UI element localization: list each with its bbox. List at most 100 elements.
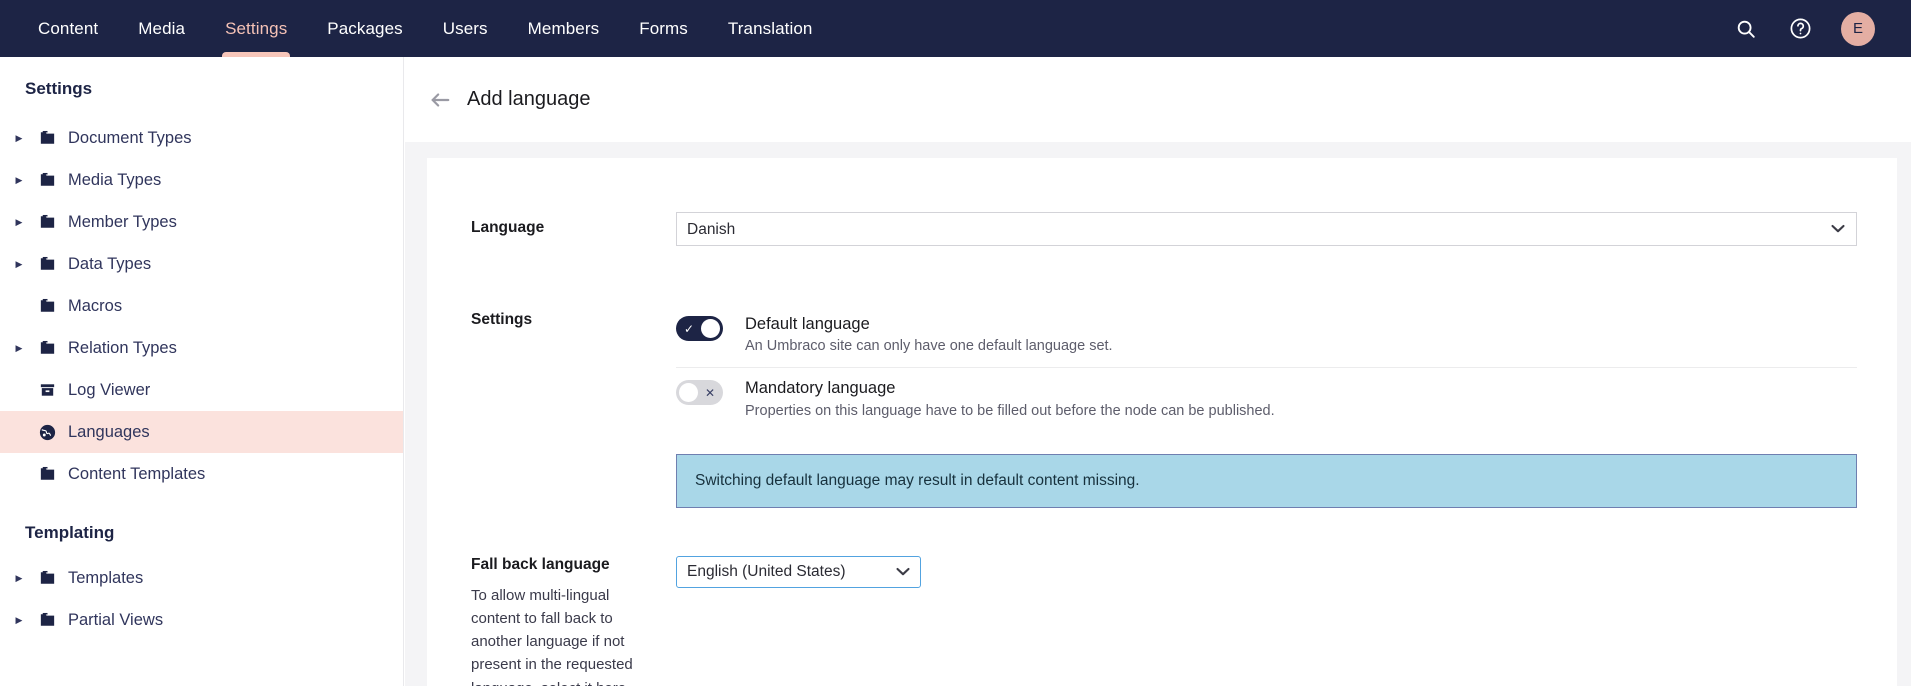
sidebar-item-templates[interactable]: ▶ Templates — [0, 557, 403, 599]
fallback-language-label: Fall back language — [471, 555, 610, 573]
nav-tab-label: Translation — [727, 18, 813, 38]
sidebar-item-data-types[interactable]: ▶ Data Types — [0, 243, 403, 285]
page-title: Add language — [467, 88, 591, 110]
arrow-left-icon[interactable] — [425, 85, 455, 115]
language-form-panel: Language Danish Settings ✓ Default langu… — [427, 158, 1897, 686]
chevron-right-icon[interactable]: ▶ — [8, 175, 30, 186]
fallback-language-left: Fall back language To allow multi-lingua… — [471, 556, 676, 686]
fallback-select-wrap: English (United States) — [676, 555, 921, 588]
default-language-texts: Default language An Umbraco site can onl… — [723, 313, 1113, 354]
fallback-language-select[interactable]: English (United States) — [676, 555, 921, 588]
language-select[interactable]: Danish — [676, 212, 1857, 246]
sidebar-item-label: Data Types — [68, 254, 152, 273]
sidebar-item-label: Macros — [68, 296, 123, 315]
nav-tab-media[interactable]: Media — [118, 0, 205, 57]
default-language-title: Default language — [745, 315, 870, 333]
folder-icon — [30, 172, 64, 188]
chevron-right-icon[interactable]: ▶ — [8, 133, 30, 144]
chevron-right-icon[interactable]: ▶ — [8, 259, 30, 270]
nav-tab-translation[interactable]: Translation — [708, 0, 833, 57]
sidebar-item-partial-views[interactable]: ▶ Partial Views — [0, 599, 403, 641]
nav-tab-content[interactable]: Content — [18, 0, 118, 57]
default-language-toggle[interactable]: ✓ — [676, 316, 723, 341]
main-content: Add language Language Danish Settings ✓ … — [405, 57, 1911, 686]
chevron-right-icon[interactable]: ▶ — [8, 343, 30, 354]
language-label: Language — [471, 219, 545, 236]
check-icon: ✓ — [684, 321, 695, 336]
language-select-wrap: Danish — [676, 212, 1857, 246]
mandatory-language-texts: Mandatory language Properties on this la… — [723, 377, 1275, 418]
nav-tab-label: Members — [527, 18, 600, 38]
sidebar-item-label: Languages — [68, 422, 150, 441]
top-navigation: Content Media Settings Packages Users Me… — [0, 0, 1911, 57]
folder-icon — [30, 466, 64, 482]
fallback-language-row: Fall back language To allow multi-lingua… — [427, 508, 1897, 686]
settings-label: Settings — [471, 311, 533, 328]
nav-tab-users[interactable]: Users — [423, 0, 508, 57]
settings-field: ✓ Default language An Umbraco site can o… — [676, 304, 1897, 508]
folder-icon — [30, 256, 64, 272]
folder-icon — [30, 340, 64, 356]
sidebar-tree: ▶ Document Types ▶ Media Types ▶ Member … — [0, 109, 403, 495]
sidebar-heading-templating: Templating — [25, 523, 115, 542]
folder-icon — [30, 612, 64, 628]
sidebar-item-label: Templates — [68, 568, 144, 587]
sidebar-item-languages[interactable]: Languages — [0, 411, 403, 453]
sidebar-item-macros[interactable]: Macros — [0, 285, 403, 327]
sidebar-item-log-viewer[interactable]: Log Viewer — [0, 369, 403, 411]
sidebar-item-label: Content Templates — [68, 464, 206, 483]
default-language-toggle-row: ✓ Default language An Umbraco site can o… — [676, 304, 1857, 367]
sidebar-item-label: Partial Views — [68, 610, 164, 629]
help-circle-icon[interactable] — [1787, 16, 1813, 42]
archive-icon — [30, 382, 64, 398]
sidebar-item-content-templates[interactable]: Content Templates — [0, 453, 403, 495]
top-nav-actions: E — [1733, 11, 1875, 46]
mandatory-language-toggle[interactable]: ✕ — [676, 380, 723, 406]
sidebar-item-label: Relation Types — [68, 338, 177, 357]
chevron-right-icon[interactable]: ▶ — [8, 615, 30, 626]
nav-tab-settings[interactable]: Settings — [205, 0, 307, 57]
nav-tab-label: Forms — [639, 18, 688, 38]
nav-tab-label: Media — [138, 18, 186, 38]
mandatory-language-title: Mandatory language — [745, 379, 896, 398]
nav-tab-label: Settings — [225, 18, 288, 38]
nav-tab-label: Users — [442, 18, 488, 38]
settings-row: Settings ✓ Default language An Umbraco s… — [427, 246, 1897, 508]
nav-tab-members[interactable]: Members — [508, 0, 620, 57]
toggle-knob — [701, 319, 720, 338]
main-header: Add language — [405, 57, 1911, 142]
language-row: Language Danish — [427, 158, 1897, 246]
sidebar: Settings ▶ Document Types ▶ Media Types … — [0, 57, 404, 686]
fallback-language-field: English (United States) — [676, 555, 1897, 686]
sidebar-item-label: Log Viewer — [68, 380, 151, 399]
sidebar-item-relation-types[interactable]: ▶ Relation Types — [0, 327, 403, 369]
nav-tab-forms[interactable]: Forms — [619, 0, 708, 57]
nav-tab-packages[interactable]: Packages — [307, 0, 422, 57]
sidebar-item-document-types[interactable]: ▶ Document Types — [0, 117, 403, 159]
nav-tab-label: Content — [38, 18, 99, 38]
chevron-right-icon[interactable]: ▶ — [8, 217, 30, 228]
sidebar-item-media-types[interactable]: ▶ Media Types — [0, 159, 403, 201]
folder-icon — [30, 298, 64, 314]
sidebar-item-label: Document Types — [68, 128, 192, 147]
folder-icon — [30, 130, 64, 146]
fallback-language-description: To allow multi-lingual content to fall b… — [471, 586, 633, 686]
mandatory-language-toggle-row: ✕ Mandatory language Properties on this … — [676, 367, 1857, 431]
search-icon[interactable] — [1733, 16, 1759, 42]
sidebar-tree-templating: ▶ Templates ▶ Partial Views — [0, 549, 403, 641]
language-field: Danish — [676, 212, 1897, 246]
folder-icon — [30, 214, 64, 230]
default-language-warning-alert: Switching default language may result in… — [676, 453, 1857, 508]
avatar-initial: E — [1852, 20, 1863, 37]
avatar[interactable]: E — [1841, 11, 1875, 46]
sidebar-item-member-types[interactable]: ▶ Member Types — [0, 201, 403, 243]
folder-icon — [30, 570, 64, 586]
nav-tab-label: Packages — [327, 18, 403, 38]
sidebar-heading: Settings — [25, 79, 93, 98]
mandatory-language-description: Properties on this language have to be f… — [745, 402, 1275, 419]
chevron-right-icon[interactable]: ▶ — [8, 573, 30, 584]
top-nav-items: Content Media Settings Packages Users Me… — [18, 0, 832, 57]
sidebar-item-label: Media Types — [68, 170, 162, 189]
toggle-knob — [679, 383, 698, 403]
close-icon: ✕ — [704, 385, 715, 400]
